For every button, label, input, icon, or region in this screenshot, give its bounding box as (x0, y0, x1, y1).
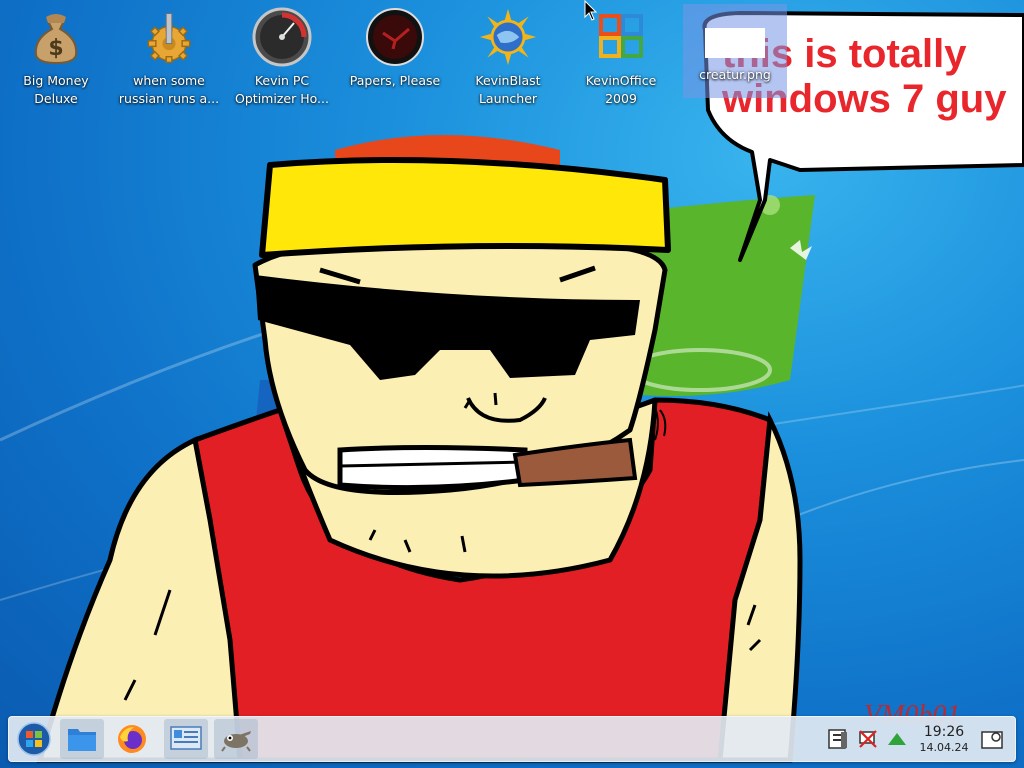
desktop-icons: $ Big Money Deluxe when some russian run… (0, 0, 1024, 120)
folder-icon (68, 729, 96, 751)
desktop-icon-label: Kevin PC Optimizer Ho... (235, 73, 329, 106)
svg-text:$: $ (48, 36, 63, 61)
mouse-cursor-icon (584, 0, 598, 21)
money-bag-icon: $ (26, 6, 86, 68)
network-disconnected-icon[interactable] (856, 727, 880, 751)
clipboard-icon[interactable] (826, 727, 850, 751)
globe-sun-icon (478, 6, 538, 68)
speedometer-icon (252, 6, 312, 68)
desktop-icon-label: Papers, Please (349, 73, 441, 88)
office-logo-icon (591, 6, 651, 68)
gimp-icon (221, 731, 251, 752)
teeth (337, 445, 528, 491)
file-manager-button[interactable] (60, 719, 104, 759)
control-panel-icon (170, 726, 202, 750)
image-file-icon (705, 4, 765, 66)
start-menu-button[interactable] (12, 719, 56, 759)
headband (259, 157, 671, 258)
firefox-icon (118, 725, 146, 753)
firefox-button[interactable] (110, 719, 154, 759)
desktop-icon-kevinblast-launcher[interactable]: KevinBlast Launcher (452, 6, 564, 114)
desktop-icon-label: Big Money Deluxe (23, 73, 89, 106)
taskbar: 19:26 14.04.24 (8, 716, 1016, 762)
desktop-icon-label: when some russian runs a... (118, 73, 220, 106)
desktop-icon-kevin-pc-optimizer[interactable]: Kevin PC Optimizer Ho... (226, 6, 338, 114)
desktop-icon-papers-please[interactable]: Papers, Please (339, 6, 451, 114)
updates-arrow-icon[interactable] (885, 727, 909, 751)
clock-time[interactable]: 19:26 (920, 724, 968, 740)
desktop-icon-label: creatur.png (699, 67, 771, 82)
gear-icon (139, 6, 199, 68)
show-desktop-icon[interactable] (980, 727, 1004, 751)
control-panel-button[interactable] (164, 719, 208, 759)
clock-date[interactable]: 14.04.24 (914, 741, 974, 754)
desktop-icon-creatur-png[interactable]: creatur.png (683, 4, 787, 98)
desktop-icon-label: KevinBlast Launcher (475, 73, 541, 106)
desktop-icon-kevinoffice-2009[interactable]: KevinOffice 2009 (565, 6, 677, 114)
desktop-icon-label: KevinOffice 2009 (585, 73, 657, 106)
start-orb-icon (17, 722, 51, 756)
desktop-icon-big-money-deluxe[interactable]: $ Big Money Deluxe (0, 6, 112, 114)
desktop-icon-russian[interactable]: when some russian runs a... (113, 6, 225, 114)
papers-please-icon (365, 6, 425, 68)
gimp-button[interactable] (214, 719, 258, 759)
